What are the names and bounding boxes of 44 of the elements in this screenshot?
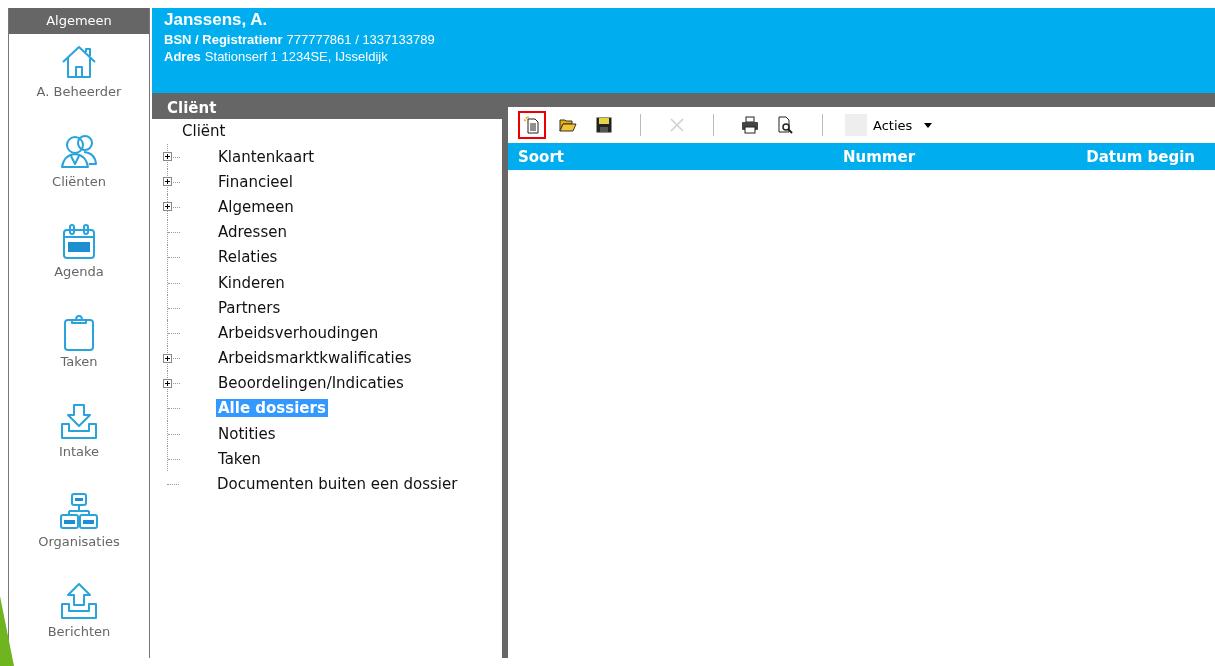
new-document-icon	[523, 116, 541, 134]
panel-title: Cliënt	[166, 99, 218, 119]
sidebar-item[interactable]: Berichten	[47, 582, 111, 664]
field-label: BSN / Registratienr	[164, 32, 283, 47]
close-icon	[668, 116, 686, 134]
client-name: Janssens, A.	[164, 10, 269, 30]
field-value: Stationserf 1 1234SE, IJsseldijk	[204, 49, 388, 64]
tree-item[interactable]: Klantenkaart	[216, 147, 317, 166]
sidebar-item[interactable]: Taken	[59, 312, 99, 394]
actions-dropdown[interactable]: Acties	[845, 114, 933, 136]
sidebar-item[interactable]: Intake	[58, 402, 100, 484]
expand-icon[interactable]	[163, 152, 172, 162]
inbox-icon	[59, 402, 99, 442]
caret-icon	[924, 122, 933, 128]
tree-item[interactable]: Beoordelingen/Indicaties	[216, 374, 406, 393]
network-icon	[59, 492, 99, 532]
new-document-button[interactable]	[518, 111, 546, 139]
sidebar-item[interactable]: Cliënten	[52, 132, 106, 214]
expand-icon[interactable]	[163, 353, 172, 363]
tree-item[interactable]: Adressen	[216, 223, 289, 242]
tree-item[interactable]: Relaties	[216, 248, 280, 267]
tree-item[interactable]: Kinderen	[216, 273, 287, 292]
field-value: 777777861 / 1337133789	[286, 32, 435, 47]
tree-item[interactable]: Arbeidsmarktkwalificaties	[216, 349, 414, 368]
expand-icon[interactable]	[163, 177, 172, 187]
sidebar-item[interactable]: A. Beheerder	[36, 42, 122, 124]
tree-item[interactable]: Partners	[216, 298, 283, 317]
tree-item[interactable]: Financieel	[216, 172, 295, 191]
printer-icon	[741, 116, 759, 134]
sidebar-item[interactable]: Agenda	[54, 222, 104, 304]
tree-item[interactable]: Taken	[216, 449, 263, 468]
expand-icon[interactable]	[163, 378, 172, 388]
outbox-icon	[59, 582, 99, 622]
print-preview-icon	[777, 116, 795, 134]
tree-item[interactable]: Notities	[216, 424, 278, 443]
tree-item[interactable]: Documenten buiten een dossier	[215, 475, 460, 494]
expand-icon[interactable]	[163, 202, 172, 212]
sidebar-item[interactable]: Organisaties	[38, 492, 120, 574]
tree-item[interactable]: Algemeen	[216, 197, 296, 216]
tree-item[interactable]: Cliënt	[160, 119, 502, 144]
tree-item[interactable]: Arbeidsverhoudingen	[216, 323, 381, 342]
folder-icon	[559, 116, 577, 134]
sidebar-title: Algemeen	[9, 8, 149, 34]
field-label: Adres	[164, 49, 201, 64]
